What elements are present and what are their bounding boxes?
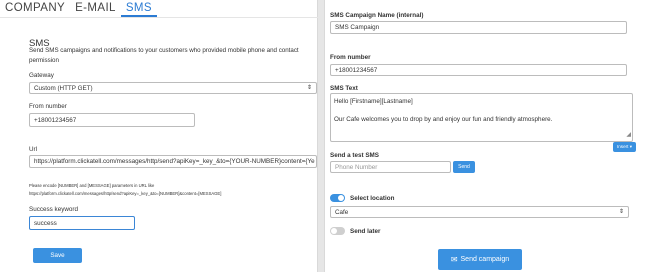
url-help-line1: Please encode [NUMBER] and [MESSAGE] par… — [29, 183, 155, 188]
resize-handle-icon[interactable]: ◢ — [626, 131, 631, 140]
send-campaign-label: Send campaign — [460, 256, 510, 263]
send-test-button[interactable]: Send — [453, 161, 475, 173]
phone-number-input[interactable]: Phone Number — [330, 161, 451, 173]
tab-company[interactable]: COMPANY — [0, 2, 70, 17]
gateway-label: Gateway — [29, 72, 54, 79]
envelope-icon: ✉ — [450, 255, 458, 264]
url-input[interactable]: https://platform.clickatell.com/messages… — [29, 155, 317, 168]
campaign-from-input[interactable]: +18001234567 — [330, 64, 627, 76]
select-arrows-icon: ⇕ — [306, 85, 312, 91]
select-location-label: Select location — [350, 195, 395, 202]
send-later-toggle[interactable] — [330, 227, 345, 235]
toggle-knob — [331, 228, 337, 234]
campaign-name-label: SMS Campaign Name (internal) — [330, 12, 424, 19]
save-button[interactable]: Save — [33, 248, 82, 263]
toggle-knob — [338, 195, 344, 201]
url-label: Url — [29, 146, 38, 153]
tab-email[interactable]: E-MAIL — [70, 2, 121, 17]
select-location-toggle[interactable] — [330, 194, 345, 202]
success-keyword-label: Success keyword — [29, 206, 78, 213]
campaign-from-label: From number — [330, 54, 371, 61]
test-sms-label: Send a test SMS — [330, 152, 379, 159]
from-number-input[interactable]: +18001234567 — [29, 113, 195, 127]
sms-text-line2: Our Cafe welcomes you to drop by and enj… — [334, 116, 553, 123]
location-select-value: Cafe — [335, 208, 349, 216]
sms-text-area[interactable]: Hello [Firstname][Lastname] Our Cafe wel… — [330, 93, 633, 142]
sms-text-line1: Hello [Firstname][Lastname] — [334, 98, 413, 105]
send-later-label: Send later — [350, 228, 381, 235]
campaign-name-input[interactable]: SMS Campaign — [330, 21, 627, 34]
settings-tabs: COMPANY E-MAIL SMS — [0, 0, 318, 18]
success-keyword-input[interactable]: success — [29, 216, 135, 230]
url-help-line2: https://platform.clickatell.com/messages… — [29, 191, 222, 196]
tab-sms[interactable]: SMS — [120, 2, 157, 17]
sms-settings-panel: COMPANY E-MAIL SMS SMS Send SMS campaign… — [0, 0, 318, 272]
section-description: Send SMS campaigns and notifications to … — [29, 47, 299, 64]
sms-campaign-panel: SMS Campaign Name (internal) SMS Campaig… — [324, 0, 669, 272]
send-campaign-button[interactable]: ✉ Send campaign — [438, 249, 522, 270]
location-select[interactable]: Cafe ⇕ — [330, 206, 629, 218]
gateway-select-value: Custom (HTTP GET) — [34, 84, 93, 92]
sms-text-label: SMS Text — [330, 85, 358, 92]
from-number-label: From number — [29, 103, 67, 110]
gateway-select[interactable]: Custom (HTTP GET) ⇕ — [29, 82, 317, 94]
select-arrows-icon: ⇕ — [618, 209, 624, 215]
insert-button[interactable]: Insert ▾ — [613, 142, 636, 152]
